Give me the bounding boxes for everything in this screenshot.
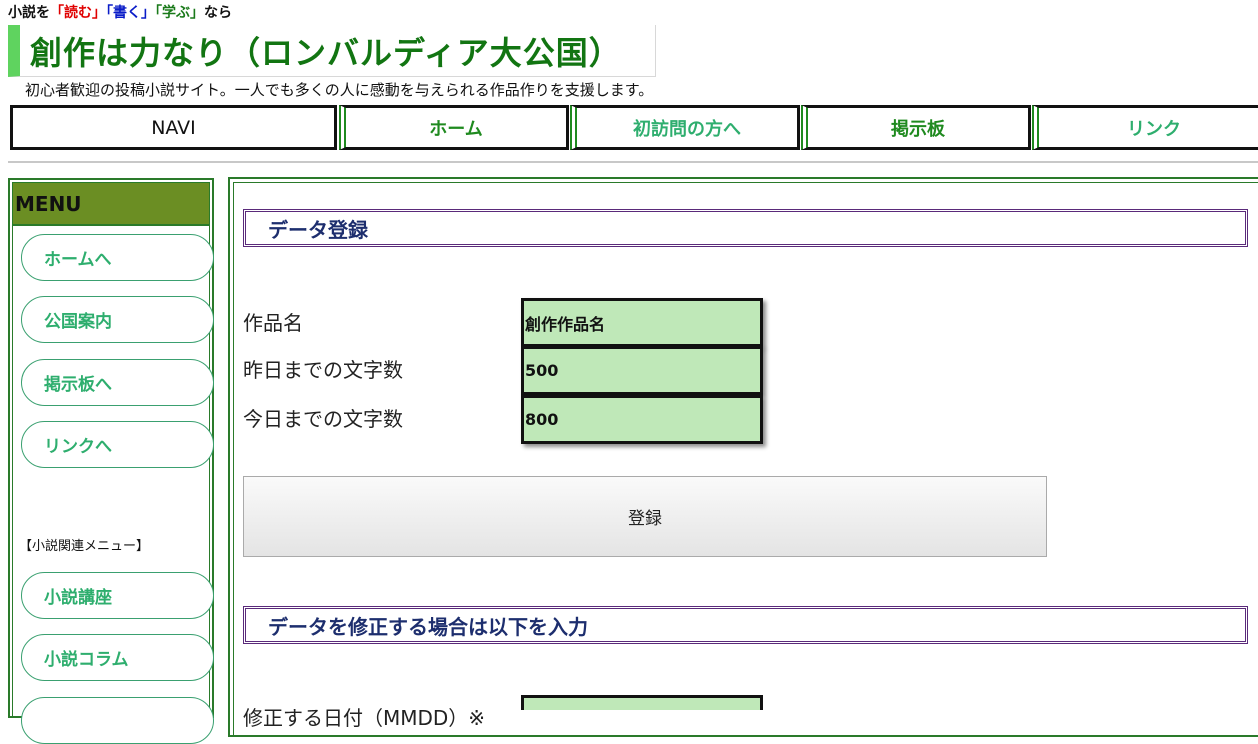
site-title: 創作は力なり（ロンバルディア大公国） [30, 34, 622, 72]
field-label-yesterday-count: 昨日までの文字数 [243, 358, 403, 382]
nav-links[interactable]: リンク [1032, 105, 1258, 150]
nav-first-visit[interactable]: 初訪問の方へ [570, 105, 800, 150]
sidebar-item-more[interactable] [21, 697, 214, 744]
menu-title: MENU [13, 183, 209, 226]
site-description: 初心者歓迎の投稿小説サイト。一人でも多くの人に感動を与えられる作品作りを支援しま… [25, 81, 654, 99]
section-title-register: データ登録 [243, 209, 1248, 247]
today-count-input[interactable] [521, 395, 763, 444]
submenu-title: 【小説関連メニュー】 [19, 539, 150, 554]
divider [8, 161, 1258, 163]
tagline-learn: 「学ぶ」 [155, 5, 204, 21]
nav-label: NAVI [10, 105, 337, 150]
register-button[interactable]: 登録 [243, 476, 1047, 557]
field-label-modify-date: 修正する日付（MMDD）※ [243, 706, 486, 730]
nav-board[interactable]: 掲示板 [801, 105, 1031, 150]
title-input[interactable] [521, 298, 763, 347]
sidebar-item-novel-column[interactable]: 小説コラム [21, 634, 214, 681]
main-content [228, 177, 1258, 737]
section-title-modify: データを修正する場合は以下を入力 [243, 606, 1248, 644]
field-label-today-count: 今日までの文字数 [243, 407, 403, 431]
sidebar: MENU ホームへ 公国案内 掲示板へ リンクへ 【小説関連メニュー】 小説講座… [8, 178, 214, 744]
main-frame [233, 182, 1258, 735]
tagline-suffix: なら [204, 5, 232, 21]
sidebar-item-home[interactable]: ホームへ [21, 234, 214, 281]
modify-date-input[interactable] [521, 695, 763, 710]
sidebar-item-novel-course[interactable]: 小説講座 [21, 572, 214, 619]
site-tagline: 小説を「読む」「書く」「学ぶ」なら [8, 2, 232, 22]
sidebar-frame: MENU ホームへ 公国案内 掲示板へ リンクへ 【小説関連メニュー】 小説講座… [12, 182, 214, 744]
field-label-title: 作品名 [243, 311, 303, 335]
sidebar-item-guide[interactable]: 公国案内 [21, 296, 214, 343]
tagline-read: 「読む」 [50, 5, 106, 21]
tagline-write: 「書く」 [106, 5, 155, 21]
tagline-prefix: 小説を [8, 5, 50, 21]
nav-home[interactable]: ホーム [339, 105, 569, 150]
sidebar-item-board[interactable]: 掲示板へ [21, 359, 214, 406]
yesterday-count-input[interactable] [521, 346, 763, 395]
sidebar-item-links[interactable]: リンクへ [21, 421, 214, 468]
site-title-box: 創作は力なり（ロンバルディア大公国） [8, 25, 656, 77]
